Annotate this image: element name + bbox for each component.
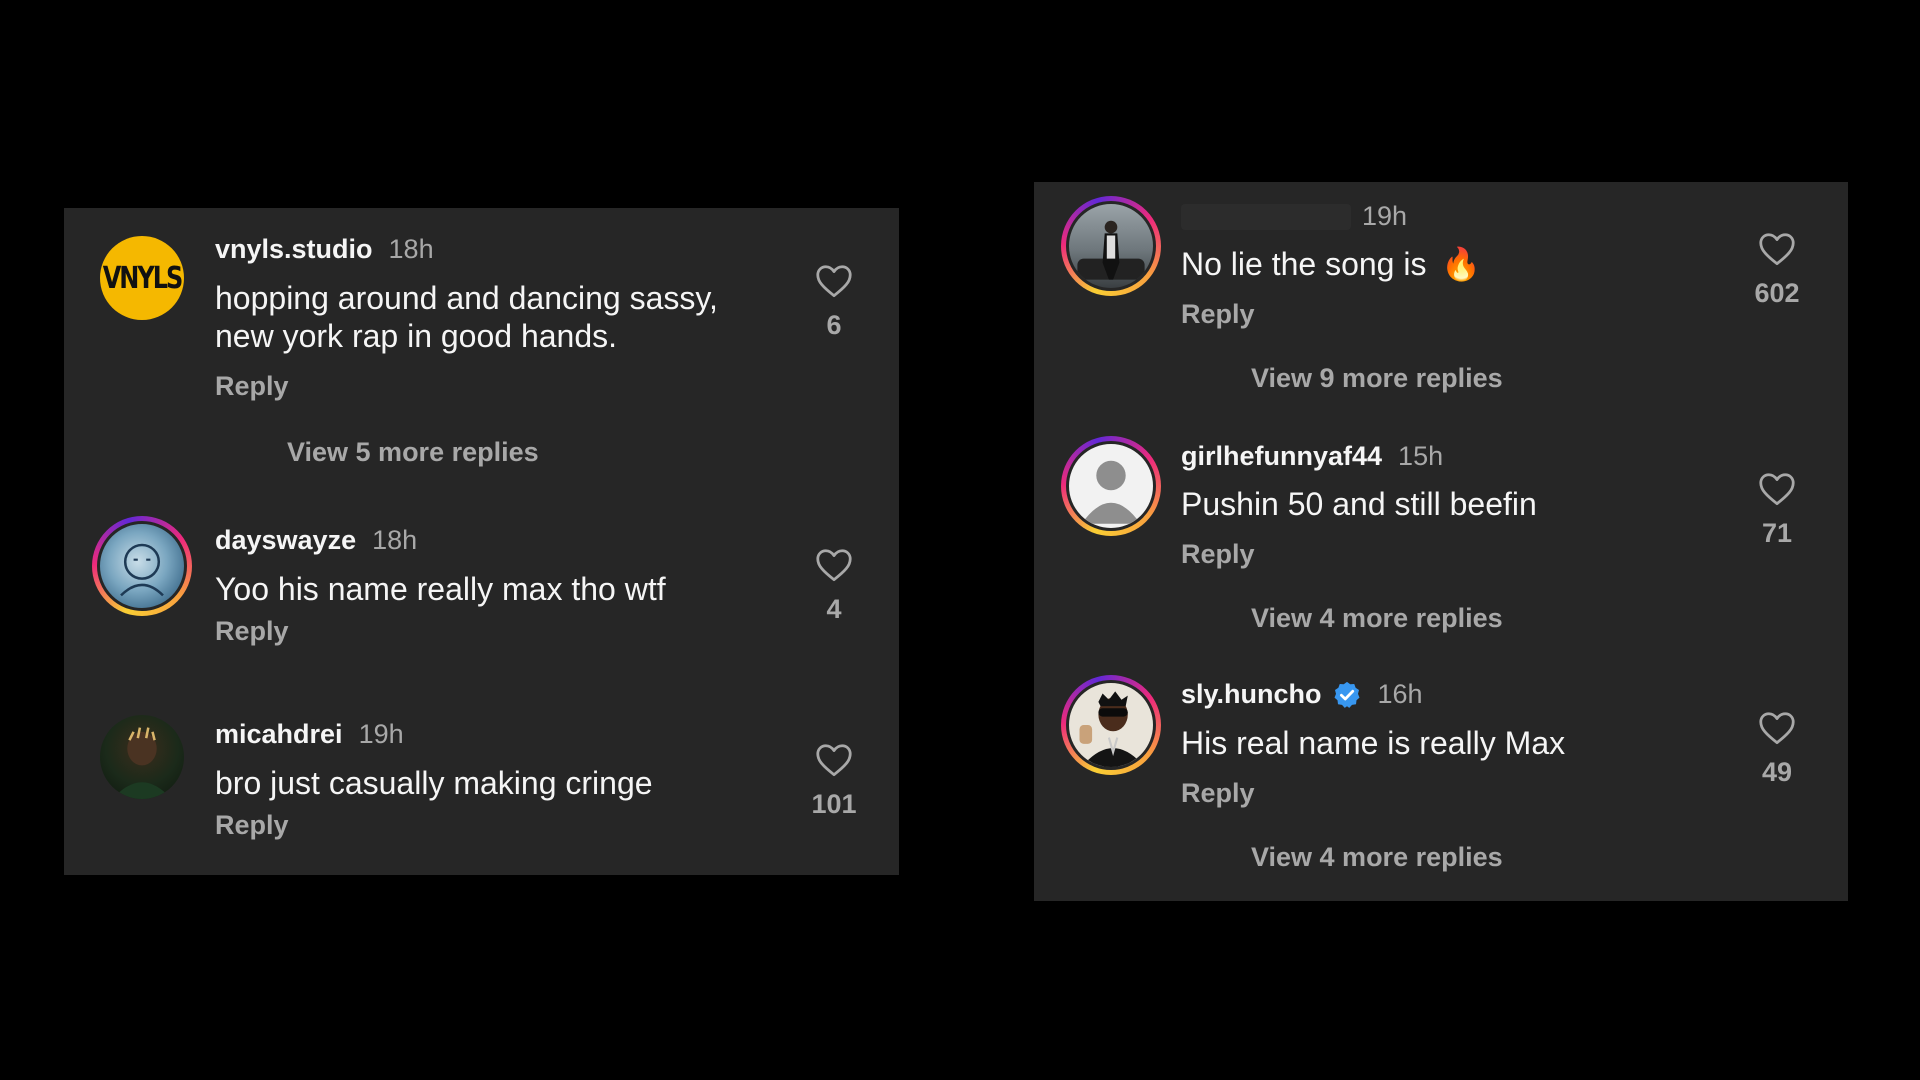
comment-vnyls-studio: VNYLS vnyls.studio 18h hopping around an…	[64, 208, 899, 468]
like-control: 49	[1737, 711, 1817, 788]
comment-meta: vnyls.studio 18h	[215, 234, 434, 265]
comment-text: No lie the song is 🔥	[1181, 245, 1481, 283]
comment-text: hopping around and dancing sassy, new yo…	[215, 279, 718, 355]
username[interactable]: girlhefunnyaf44	[1181, 441, 1382, 472]
avatar[interactable]	[1061, 196, 1161, 296]
heart-icon[interactable]	[815, 264, 853, 298]
screenshot-canvas: VNYLS vnyls.studio 18h hopping around an…	[0, 0, 1920, 1080]
comment-hidden-user: 19h No lie the song is 🔥 Reply 602 View …	[1034, 182, 1848, 394]
reply-button[interactable]: Reply	[1181, 299, 1255, 330]
like-count: 71	[1761, 518, 1793, 548]
avatar[interactable]	[92, 516, 192, 616]
comment-text-line: new york rap in good hands.	[215, 318, 618, 354]
timestamp: 15h	[1398, 441, 1444, 471]
comment-text: Pushin 50 and still beefin	[1181, 486, 1537, 522]
timestamp: 16h	[1377, 679, 1423, 709]
person-silhouette-icon	[112, 727, 172, 799]
view-more-replies-button[interactable]: View 4 more replies	[1251, 842, 1503, 873]
like-control: 6	[794, 264, 874, 341]
heart-icon[interactable]	[1758, 472, 1796, 506]
view-more-replies-button[interactable]: View 4 more replies	[1251, 603, 1503, 634]
reply-button[interactable]: Reply	[215, 371, 289, 402]
timestamp: 19h	[358, 719, 404, 749]
reply-button[interactable]: Reply	[1181, 778, 1255, 809]
avatar[interactable]: VNYLS	[100, 236, 184, 320]
fire-emoji: 🔥	[1441, 246, 1482, 282]
hidden-username	[1181, 204, 1351, 230]
avatar[interactable]	[1061, 436, 1161, 536]
like-count: 6	[826, 310, 842, 340]
default-profile-icon	[1081, 460, 1141, 524]
avatar[interactable]	[100, 715, 184, 799]
username[interactable]: micahdrei	[215, 719, 343, 750]
like-control: 602	[1737, 232, 1817, 309]
timestamp: 19h	[1362, 201, 1408, 231]
comment-text: Yoo his name really max tho wtf	[215, 571, 666, 607]
reply-button[interactable]: Reply	[1181, 539, 1255, 570]
comment-meta: micahdrei 19h	[215, 719, 404, 750]
comment-dayswayze: dayswayze 18h Yoo his name really max th…	[64, 508, 899, 658]
comment-girlhefunnyaf44: girlhefunnyaf44 15h Pushin 50 and still …	[1034, 422, 1848, 634]
like-control: 4	[794, 548, 874, 625]
view-more-replies-button[interactable]: View 9 more replies	[1251, 363, 1503, 394]
comments-panel-right: 19h No lie the song is 🔥 Reply 602 View …	[1034, 182, 1848, 901]
comment-meta: girlhefunnyaf44 15h	[1181, 441, 1443, 472]
comment-meta: sly.huncho 16h	[1181, 679, 1423, 710]
view-more-replies-button[interactable]: View 5 more replies	[287, 437, 539, 468]
vnyls-logo: VNYLS	[102, 260, 184, 296]
comment-sly-huncho: sly.huncho 16h His real name is really M…	[1034, 661, 1848, 891]
like-control: 101	[794, 743, 874, 820]
reply-button[interactable]: Reply	[215, 810, 289, 841]
comments-panel-left: VNYLS vnyls.studio 18h hopping around an…	[64, 208, 899, 875]
comment-text: His real name is really Max	[1181, 725, 1566, 761]
heart-icon[interactable]	[815, 743, 853, 777]
like-control: 71	[1737, 472, 1817, 549]
heart-icon[interactable]	[1758, 232, 1796, 266]
comment-text-line: hopping around and dancing sassy,	[215, 280, 718, 316]
comment-micahdrei: micahdrei 19h bro just casually making c…	[64, 703, 899, 853]
like-count: 4	[826, 594, 842, 624]
person-portrait-icon	[1079, 691, 1145, 767]
comment-text-body: No lie the song is	[1181, 246, 1427, 282]
like-count: 101	[811, 789, 857, 819]
username[interactable]: sly.huncho	[1181, 679, 1322, 710]
timestamp: 18h	[388, 234, 434, 264]
heart-icon[interactable]	[815, 548, 853, 582]
sketch-face-icon	[120, 543, 164, 597]
verified-badge-icon	[1334, 681, 1360, 708]
reply-button[interactable]: Reply	[215, 616, 289, 647]
username[interactable]: dayswayze	[215, 525, 356, 556]
person-standing-icon	[1077, 220, 1145, 280]
comment-text: bro just casually making cringe	[215, 765, 653, 801]
timestamp: 18h	[372, 525, 418, 555]
like-count: 49	[1761, 757, 1793, 787]
username[interactable]: vnyls.studio	[215, 234, 373, 265]
heart-icon[interactable]	[1758, 711, 1796, 745]
comment-meta: dayswayze 18h	[215, 525, 417, 556]
comment-meta: 19h	[1362, 201, 1407, 232]
like-count: 602	[1754, 278, 1800, 308]
avatar[interactable]	[1061, 675, 1161, 775]
